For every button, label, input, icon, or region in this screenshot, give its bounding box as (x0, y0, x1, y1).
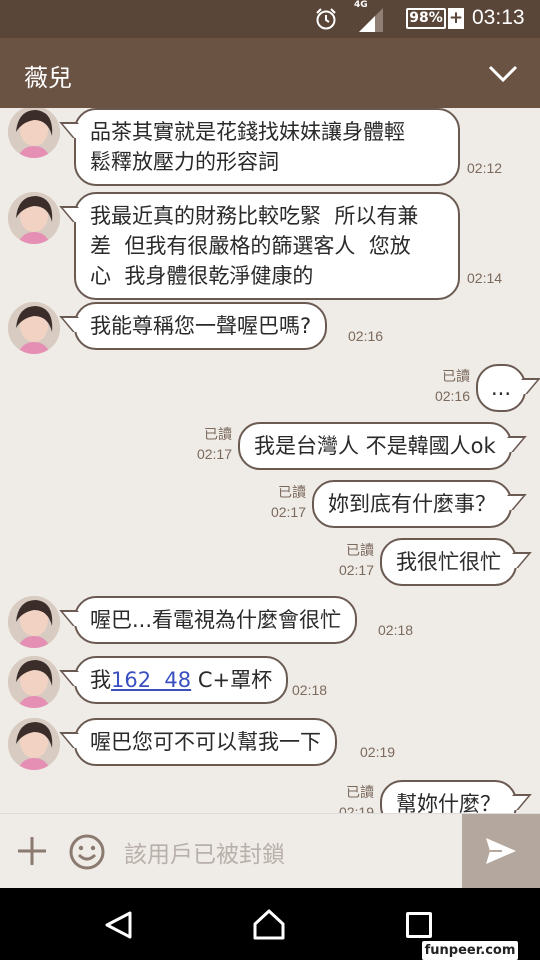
contact-avatar[interactable] (8, 596, 60, 648)
message-bubble[interactable]: 我很忙很忙 (380, 538, 517, 586)
message-text: 我 (90, 668, 111, 692)
message-bubble[interactable]: 喔巴...看電視為什麼會很忙 (74, 596, 358, 644)
alarm-icon (316, 8, 336, 30)
message-link[interactable]: 162 48 (111, 668, 191, 692)
message-input[interactable]: 該用戶已被封鎖 (124, 835, 285, 869)
message-meta: 已讀 02:17 (180, 424, 232, 464)
read-receipt: 已讀 (346, 542, 374, 558)
input-bar: 該用戶已被封鎖 (0, 813, 540, 889)
read-receipt: 已讀 (346, 784, 374, 800)
charging-icon: + (448, 8, 464, 29)
message-time: 02:18 (292, 682, 328, 698)
message-time: 02:17 (196, 446, 232, 462)
status-bar: 4G 98% + 03:13 (0, 0, 540, 38)
message-time: 02:17 (338, 562, 374, 578)
message-meta: 已讀 02:17 (254, 482, 306, 522)
contact-avatar[interactable] (8, 302, 60, 354)
message-time: 02:14 (467, 270, 503, 286)
message-time: 02:18 (378, 622, 414, 638)
clock: 03:13 (472, 6, 525, 29)
message-bubble[interactable]: 品茶其實就是花錢找妹妹讓身體輕 鬆釋放壓力的形容詞 (74, 108, 460, 186)
message-bubble[interactable]: 我最近真的財務比較吃緊 所以有兼 差 但我有很嚴格的篩選客人 您放 心 我身體很… (74, 192, 460, 300)
message-time: 02:19 (360, 744, 396, 760)
contact-avatar[interactable] (8, 718, 60, 770)
message-time: 02:17 (270, 504, 306, 520)
contact-name: 薇兒 (24, 64, 72, 92)
contact-avatar[interactable] (8, 192, 60, 244)
chevron-down-icon[interactable] (487, 60, 519, 88)
back-icon[interactable] (104, 910, 134, 940)
contact-avatar[interactable] (8, 108, 60, 158)
send-button[interactable] (462, 814, 540, 889)
send-icon (486, 838, 516, 864)
chat-header: 薇兒 (0, 38, 540, 108)
home-icon[interactable] (252, 908, 286, 940)
emoji-icon[interactable] (68, 833, 106, 871)
message-time: 02:16 (348, 328, 384, 344)
message-meta: 已讀 02:16 (420, 366, 470, 406)
message-meta: 已讀 02:19 (322, 782, 374, 813)
message-meta: 已讀 02:17 (322, 540, 374, 580)
message-time: 02:16 (434, 388, 470, 404)
signal-icon (359, 8, 383, 32)
read-receipt: 已讀 (204, 426, 232, 442)
message-bubble[interactable]: 我能尊稱您一聲喔巴嗎? (74, 302, 328, 350)
message-time: 02:12 (467, 160, 503, 176)
message-time: 02:19 (338, 804, 374, 813)
message-bubble[interactable]: 我是台灣人 不是韓國人ok (238, 422, 512, 470)
read-receipt: 已讀 (442, 368, 470, 384)
message-bubble[interactable]: 幫妳什麼？ (380, 780, 517, 813)
message-list[interactable]: 品茶其實就是花錢找妹妹讓身體輕 鬆釋放壓力的形容詞 02:12 我最近真的財務比… (0, 108, 540, 813)
contact-avatar[interactable] (8, 656, 60, 708)
recent-apps-icon[interactable] (406, 912, 432, 938)
battery-indicator: 98% (406, 8, 446, 29)
message-bubble[interactable]: 我162 48 C+罩杯 (74, 656, 289, 704)
message-text: C+罩杯 (191, 668, 273, 692)
read-receipt: 已讀 (278, 484, 306, 500)
message-bubble[interactable]: 妳到底有什麼事？ (312, 480, 512, 528)
message-bubble[interactable]: ... (476, 364, 526, 412)
watermark: funpeer.com (422, 941, 518, 960)
plus-icon[interactable] (16, 835, 48, 867)
message-bubble[interactable]: 喔巴您可不可以幫我一下 (74, 718, 337, 766)
